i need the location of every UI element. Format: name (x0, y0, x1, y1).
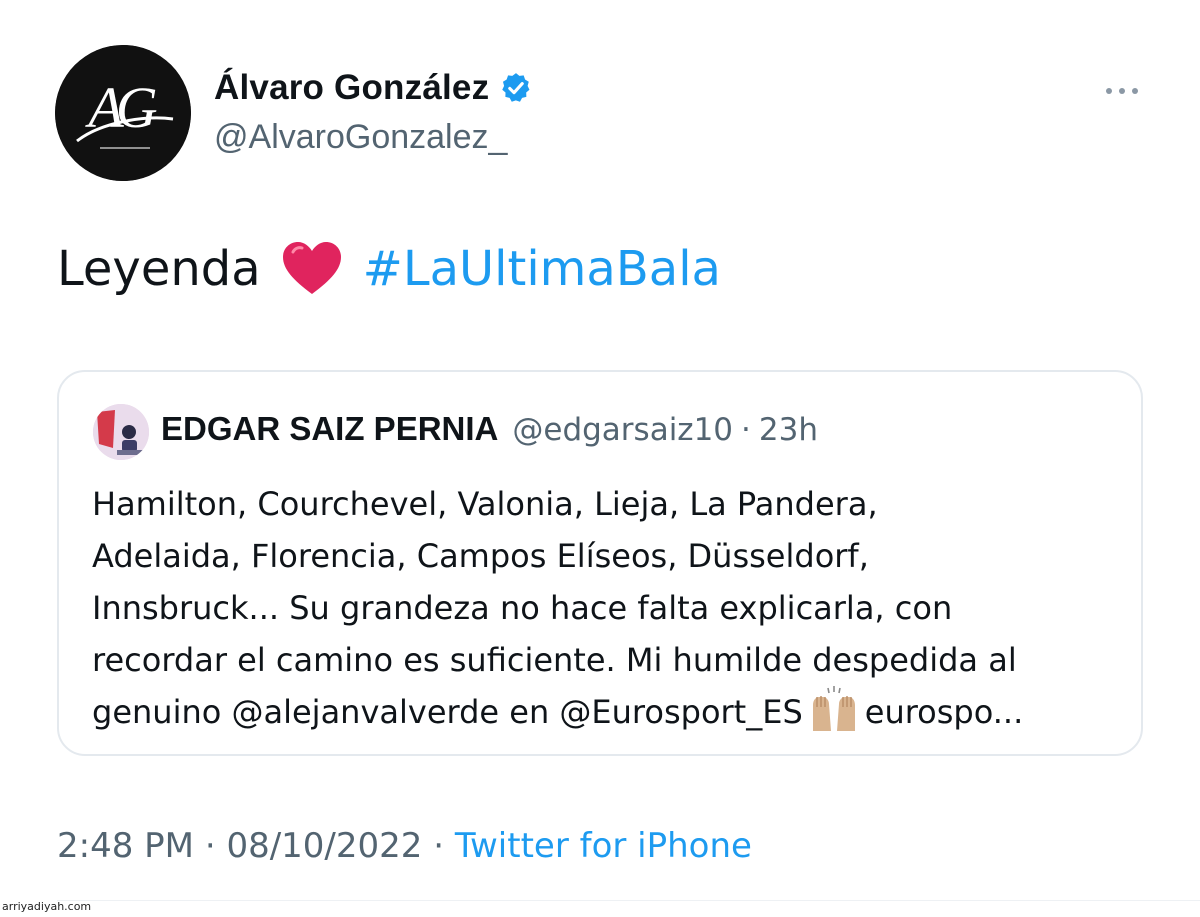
quoted-tweet-text: Hamilton, Courchevel, Valonia, Lieja, La… (92, 478, 1122, 738)
quoted-separator: · (741, 412, 751, 448)
author-name-row: Álvaro González (214, 68, 533, 108)
author-display-name[interactable]: Álvaro González (214, 68, 489, 108)
more-dot-icon (1119, 88, 1125, 94)
tweet-text: Leyenda #LaUltimaBala (57, 240, 721, 298)
quoted-text-line: Adelaida, Florencia, Campos Elíseos, Düs… (92, 537, 869, 575)
quoted-avatar-image (93, 404, 149, 460)
tweet-date[interactable]: 08/10/2022 (226, 826, 422, 866)
quoted-text-line: Innsbruck... Su grandeza no hace falta e… (92, 589, 953, 627)
watermark: arriyadiyah.com (2, 900, 92, 913)
quoted-timestamp[interactable]: 23h (759, 412, 818, 448)
hashtag-link[interactable]: #LaUltimaBala (363, 241, 721, 297)
heart-icon (282, 242, 341, 294)
more-options-button[interactable] (1094, 78, 1150, 104)
quoted-text-segment: genuino @alejanvalverde en @Eurosport_ES (92, 693, 803, 731)
meta-separator: · (433, 826, 445, 866)
quoted-text-line: genuino @alejanvalverde en @Eurosport_ES… (92, 686, 1122, 738)
tweet-metadata: 2:48 PM · 08/10/2022 · Twitter for iPhon… (57, 826, 752, 866)
tweet-source-link[interactable]: Twitter for iPhone (455, 826, 752, 866)
author-handle[interactable]: @AlvaroGonzalez_ (214, 118, 507, 157)
more-dot-icon (1106, 88, 1112, 94)
divider (57, 900, 1200, 901)
quoted-text-segment: eurospo... (864, 693, 1024, 731)
more-dot-icon (1132, 88, 1138, 94)
verified-badge-icon (502, 73, 530, 102)
quoted-text-line: Hamilton, Courchevel, Valonia, Lieja, La… (92, 485, 878, 523)
quoted-tweet-header: EDGAR SAIZ PERNIA @edgarsaiz10 · 23h (161, 410, 818, 448)
ag-monogram-logo: AG (55, 45, 191, 181)
raised-hands-icon (812, 686, 855, 731)
meta-separator: · (204, 826, 216, 866)
tweet-time[interactable]: 2:48 PM (57, 826, 194, 866)
quoted-author-avatar[interactable] (93, 404, 149, 460)
quoted-tweet-card[interactable]: EDGAR SAIZ PERNIA @edgarsaiz10 · 23h Ham… (57, 370, 1143, 756)
tweet: AG Álvaro González @AlvaroGonzalez_ Leye… (0, 0, 1200, 917)
tweet-text-word: Leyenda (57, 241, 261, 297)
author-avatar[interactable]: AG (55, 45, 191, 181)
quoted-author-name[interactable]: EDGAR SAIZ PERNIA (161, 410, 498, 448)
quoted-author-handle[interactable]: @edgarsaiz10 (512, 412, 733, 448)
quoted-text-line: recordar el camino es suficiente. Mi hum… (92, 641, 1017, 679)
